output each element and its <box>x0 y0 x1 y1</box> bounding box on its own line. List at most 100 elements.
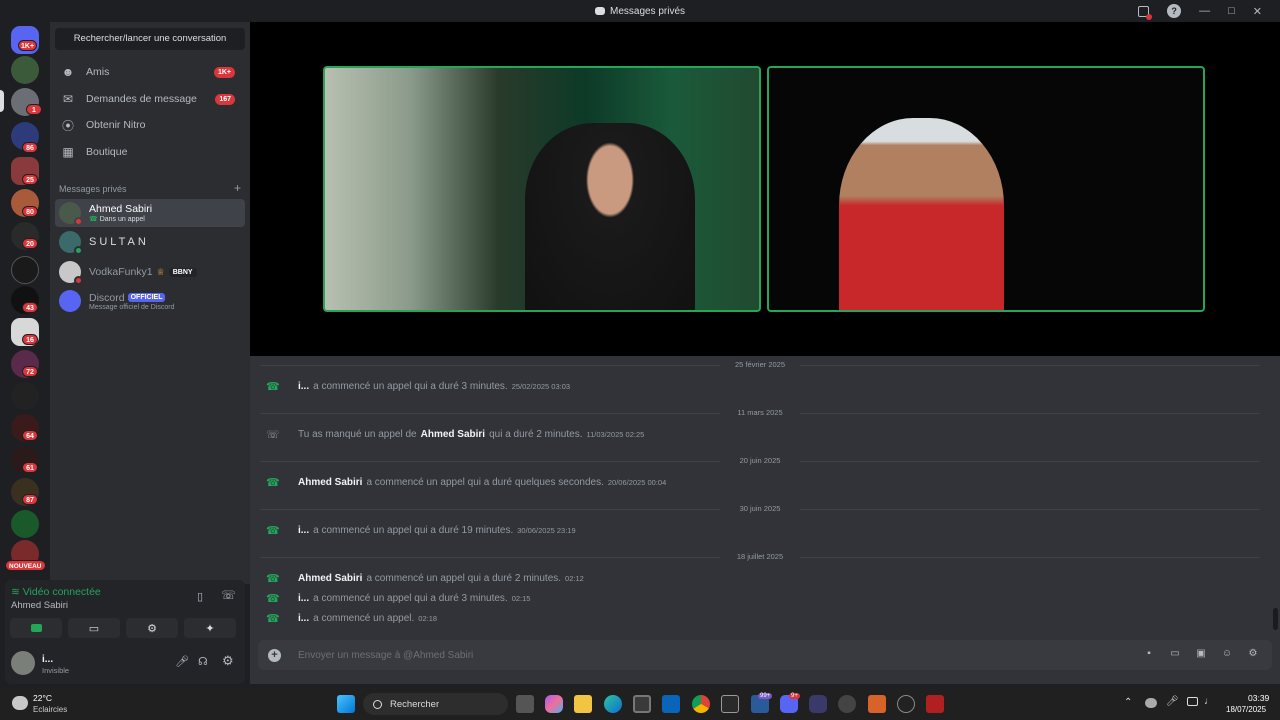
edge-icon[interactable] <box>604 695 622 713</box>
app-icon[interactable] <box>721 695 739 713</box>
call-author[interactable]: i... <box>298 381 309 392</box>
date-divider: 20 juin 2025 <box>250 456 1270 465</box>
video-tile-self[interactable] <box>323 66 761 312</box>
disconnect-icon[interactable]: ☏ <box>221 588 236 602</box>
tray-icon[interactable]: 🎤︎ <box>1166 696 1179 707</box>
start-icon[interactable] <box>337 695 355 713</box>
home-badge: 1K+ <box>18 40 38 51</box>
app-icon[interactable] <box>926 695 944 713</box>
avatar <box>59 261 83 285</box>
call-author[interactable]: Ahmed Sabiri <box>298 477 362 488</box>
minimize-button[interactable]: — <box>1199 5 1210 17</box>
gamepad-app-icon[interactable] <box>809 695 827 713</box>
weather-temp[interactable]: 22°C <box>33 693 52 703</box>
screenshare-icon: ▭ <box>88 622 100 635</box>
dm-name: Discord <box>89 291 125 304</box>
call-timestamp: 02:18 <box>418 613 438 623</box>
taskview-icon[interactable] <box>516 695 534 713</box>
call-author[interactable]: i... <box>298 593 309 604</box>
network-icon[interactable] <box>1187 697 1198 706</box>
call-author[interactable]: Ahmed Sabiri <box>421 429 485 440</box>
nav-shop[interactable]: ▦ Boutique <box>55 139 245 165</box>
dm-item-discord[interactable]: Discord OFFICIEL Message officiel de Dis… <box>55 287 245 315</box>
settings-icon[interactable]: ⚙ <box>222 653 234 669</box>
copilot-icon[interactable] <box>545 695 563 713</box>
server-badge: 64 <box>22 430 38 441</box>
dm-item-ahmed-sabiri[interactable]: Ahmed Sabiri ☎ Dans un appel <box>55 199 245 227</box>
call-text: a commencé un appel qui a duré 2 minutes… <box>366 572 562 584</box>
message-input[interactable]: Envoyer un message à @Ahmed Sabiri <box>298 650 1142 661</box>
video-tile-ahmed[interactable] <box>767 66 1205 312</box>
microphone-icon[interactable]: 🎤︎ <box>175 655 189 668</box>
server-badge: 20 <box>22 238 38 249</box>
dm-header: Messages privés + <box>59 182 241 194</box>
search-conversation-button[interactable]: Rechercher/lancer une conversation <box>55 28 245 50</box>
app-icon[interactable] <box>868 695 886 713</box>
camera-button[interactable] <box>10 618 62 638</box>
server-icon[interactable] <box>11 510 39 538</box>
volume-icon[interactable]: ♩ <box>1204 696 1214 707</box>
scrollbar-thumb[interactable] <box>1273 608 1278 630</box>
dm-item-sultan[interactable]: SULTAN <box>55 228 245 256</box>
call-text-prefix: Tu as manqué un appel de <box>298 428 417 440</box>
taskbar-search[interactable]: Rechercher <box>363 693 508 715</box>
message-list: 25 février 2025 ☎ i... a commencé un app… <box>250 356 1280 636</box>
help-icon[interactable]: ? <box>1167 4 1182 18</box>
dm-subtitle: Message officiel de Discord <box>89 303 175 311</box>
user-name[interactable]: i... <box>42 654 53 665</box>
dm-name: Ahmed Sabiri <box>89 203 153 215</box>
emoji-icon[interactable]: ☺ <box>1220 648 1234 662</box>
store-icon[interactable] <box>633 695 651 713</box>
call-timestamp: 25/02/2025 03:03 <box>511 381 571 391</box>
tray-icon[interactable] <box>1145 698 1157 708</box>
voice-connection-panel: ≋ Vidéo connectée Ahmed Sabiri ▯ ☏ ▭ ⚙ ✦ <box>5 580 245 642</box>
app-icon[interactable] <box>838 695 856 713</box>
screenshare-button[interactable]: ▭ <box>68 618 120 638</box>
chrome-icon[interactable] <box>692 695 710 713</box>
dm-item-vodkafunky1[interactable]: VodkaFunky1 ♕ BBNY <box>55 258 245 286</box>
outlook-icon[interactable] <box>662 695 680 713</box>
sticker-icon[interactable]: ▣ <box>1194 648 1208 662</box>
gif-icon[interactable]: ▭ <box>1168 648 1182 662</box>
soundboard-button[interactable]: ✦ <box>184 618 236 638</box>
maximize-button[interactable]: □ <box>1228 5 1235 17</box>
close-button[interactable]: ✕ <box>1253 5 1262 18</box>
nav-nitro[interactable]: ⦿ Obtenir Nitro <box>55 112 245 138</box>
call-message: ☎ i... a commencé un appel qui a duré 3 … <box>266 590 1246 606</box>
crown-icon: ♕ <box>156 266 165 277</box>
call-author[interactable]: i... <box>298 613 309 624</box>
explorer-icon[interactable] <box>574 695 592 713</box>
call-timestamp: 30/06/2025 23:19 <box>517 525 576 535</box>
call-text: a commencé un appel qui a duré quelques … <box>366 476 604 488</box>
server-icon[interactable] <box>11 56 39 84</box>
call-message: ☎ i... a commencé un appel qui a duré 19… <box>266 522 1246 538</box>
inbox-icon[interactable] <box>1138 5 1153 20</box>
gift-icon[interactable]: ▪ <box>1142 648 1156 662</box>
nav-friends[interactable]: ☻ Amis 1K+ <box>55 59 245 85</box>
server-icon[interactable] <box>11 256 39 284</box>
clock-time[interactable]: 03:39 <box>1248 693 1269 703</box>
attach-plus-icon[interactable]: + <box>268 648 281 662</box>
add-dm-button[interactable]: + <box>234 182 241 194</box>
server-badge: 25 <box>22 174 38 185</box>
dm-sidebar: Rechercher/lancer une conversation ☻ Ami… <box>50 22 250 584</box>
date-divider: 30 juin 2025 <box>250 504 1270 513</box>
user-avatar[interactable] <box>11 651 35 675</box>
chevron-up-icon[interactable]: ⌃ <box>1124 697 1132 708</box>
server-icon[interactable] <box>11 382 39 410</box>
phone-icon: ☎ <box>266 592 280 605</box>
clock-date[interactable]: 18/07/2025 <box>1226 705 1266 714</box>
call-author[interactable]: Ahmed Sabiri <box>298 573 362 584</box>
voice-status[interactable]: Vidéo connectée <box>23 586 101 598</box>
call-author[interactable]: i... <box>298 525 309 536</box>
headphones-icon[interactable]: ☊ <box>198 655 208 668</box>
apps-icon[interactable]: ⚙ <box>1246 648 1260 662</box>
activity-button[interactable]: ⚙ <box>126 618 178 638</box>
friends-icon: ☻ <box>61 65 75 79</box>
nav-message-requests[interactable]: ✉ Demandes de message 167 <box>55 86 245 112</box>
weather-icon[interactable] <box>12 696 28 710</box>
call-message: ☎ i... a commencé un appel qui a duré 3 … <box>266 378 1246 394</box>
app-icon[interactable] <box>897 695 915 713</box>
voice-channel[interactable]: Ahmed Sabiri <box>11 600 68 611</box>
noise-suppression-icon[interactable]: ▯ <box>197 590 203 603</box>
